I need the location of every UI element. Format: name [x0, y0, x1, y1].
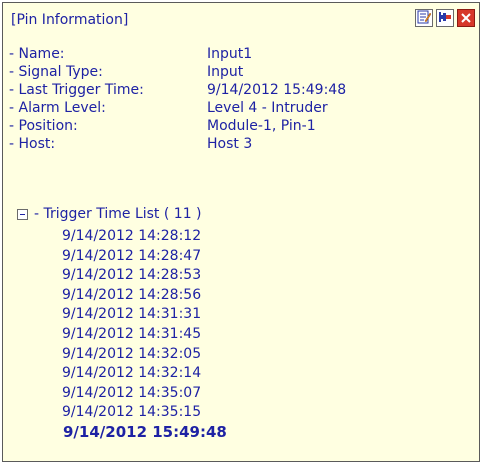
edit-note-icon [417, 9, 432, 28]
trigger-time-list: 9/14/2012 14:28:12 9/14/2012 14:28:47 9/… [62, 227, 227, 443]
pin-icon [438, 9, 452, 28]
trigger-time-item[interactable]: 9/14/2012 14:32:05 [62, 345, 227, 365]
info-label: - Signal Type: [9, 64, 103, 80]
trigger-time-item[interactable]: 9/14/2012 14:28:53 [62, 266, 227, 286]
trigger-time-item[interactable]: 9/14/2012 14:32:14 [62, 364, 227, 384]
info-row-last-trigger-time: - Last Trigger Time: 9/14/2012 15:49:48 [9, 81, 346, 99]
pin-info-list: - Name: Input1 - Signal Type: Input - La… [9, 45, 346, 153]
info-label: - Position: [9, 118, 78, 134]
info-row-alarm-level: - Alarm Level: Level 4 - Intruder [9, 99, 346, 117]
trigger-time-list-label: - Trigger Time List ( 11 ) [34, 206, 202, 222]
pin-button[interactable] [436, 9, 454, 27]
info-value: Input1 [207, 46, 253, 62]
panel-title: [Pin Information] [11, 12, 129, 28]
pin-information-panel: [Pin Information] - Name: Input1 - Signa… [2, 2, 480, 462]
collapse-icon[interactable] [17, 208, 28, 220]
trigger-time-item[interactable]: 9/14/2012 14:28:56 [62, 286, 227, 306]
info-row-position: - Position: Module-1, Pin-1 [9, 117, 346, 135]
info-value: Module-1, Pin-1 [207, 118, 316, 134]
trigger-time-item[interactable]: 9/14/2012 14:35:07 [62, 384, 227, 404]
info-row-host: - Host: Host 3 [9, 135, 346, 153]
info-value: Input [207, 64, 244, 80]
info-label: - Last Trigger Time: [9, 82, 144, 98]
info-value: Level 4 - Intruder [207, 100, 328, 116]
edit-button[interactable] [415, 9, 433, 27]
info-label: - Alarm Level: [9, 100, 106, 116]
trigger-time-item-latest[interactable]: 9/14/2012 15:49:48 [63, 423, 227, 443]
info-label: - Name: [9, 46, 65, 62]
info-row-signal-type: - Signal Type: Input [9, 63, 346, 81]
trigger-time-item[interactable]: 9/14/2012 14:28:47 [62, 247, 227, 267]
info-row-name: - Name: Input1 [9, 45, 346, 63]
trigger-time-item[interactable]: 9/14/2012 14:31:45 [62, 325, 227, 345]
trigger-time-item[interactable]: 9/14/2012 14:28:12 [62, 227, 227, 247]
info-value: 9/14/2012 15:49:48 [207, 82, 347, 98]
trigger-time-list-header[interactable]: - Trigger Time List ( 11 ) [17, 206, 202, 222]
close-button[interactable] [457, 9, 475, 27]
trigger-time-item[interactable]: 9/14/2012 14:35:15 [62, 403, 227, 423]
close-icon [460, 9, 472, 28]
trigger-time-item[interactable]: 9/14/2012 14:31:31 [62, 305, 227, 325]
panel-toolbar [415, 9, 475, 27]
info-value: Host 3 [207, 136, 253, 152]
info-label: - Host: [9, 136, 56, 152]
